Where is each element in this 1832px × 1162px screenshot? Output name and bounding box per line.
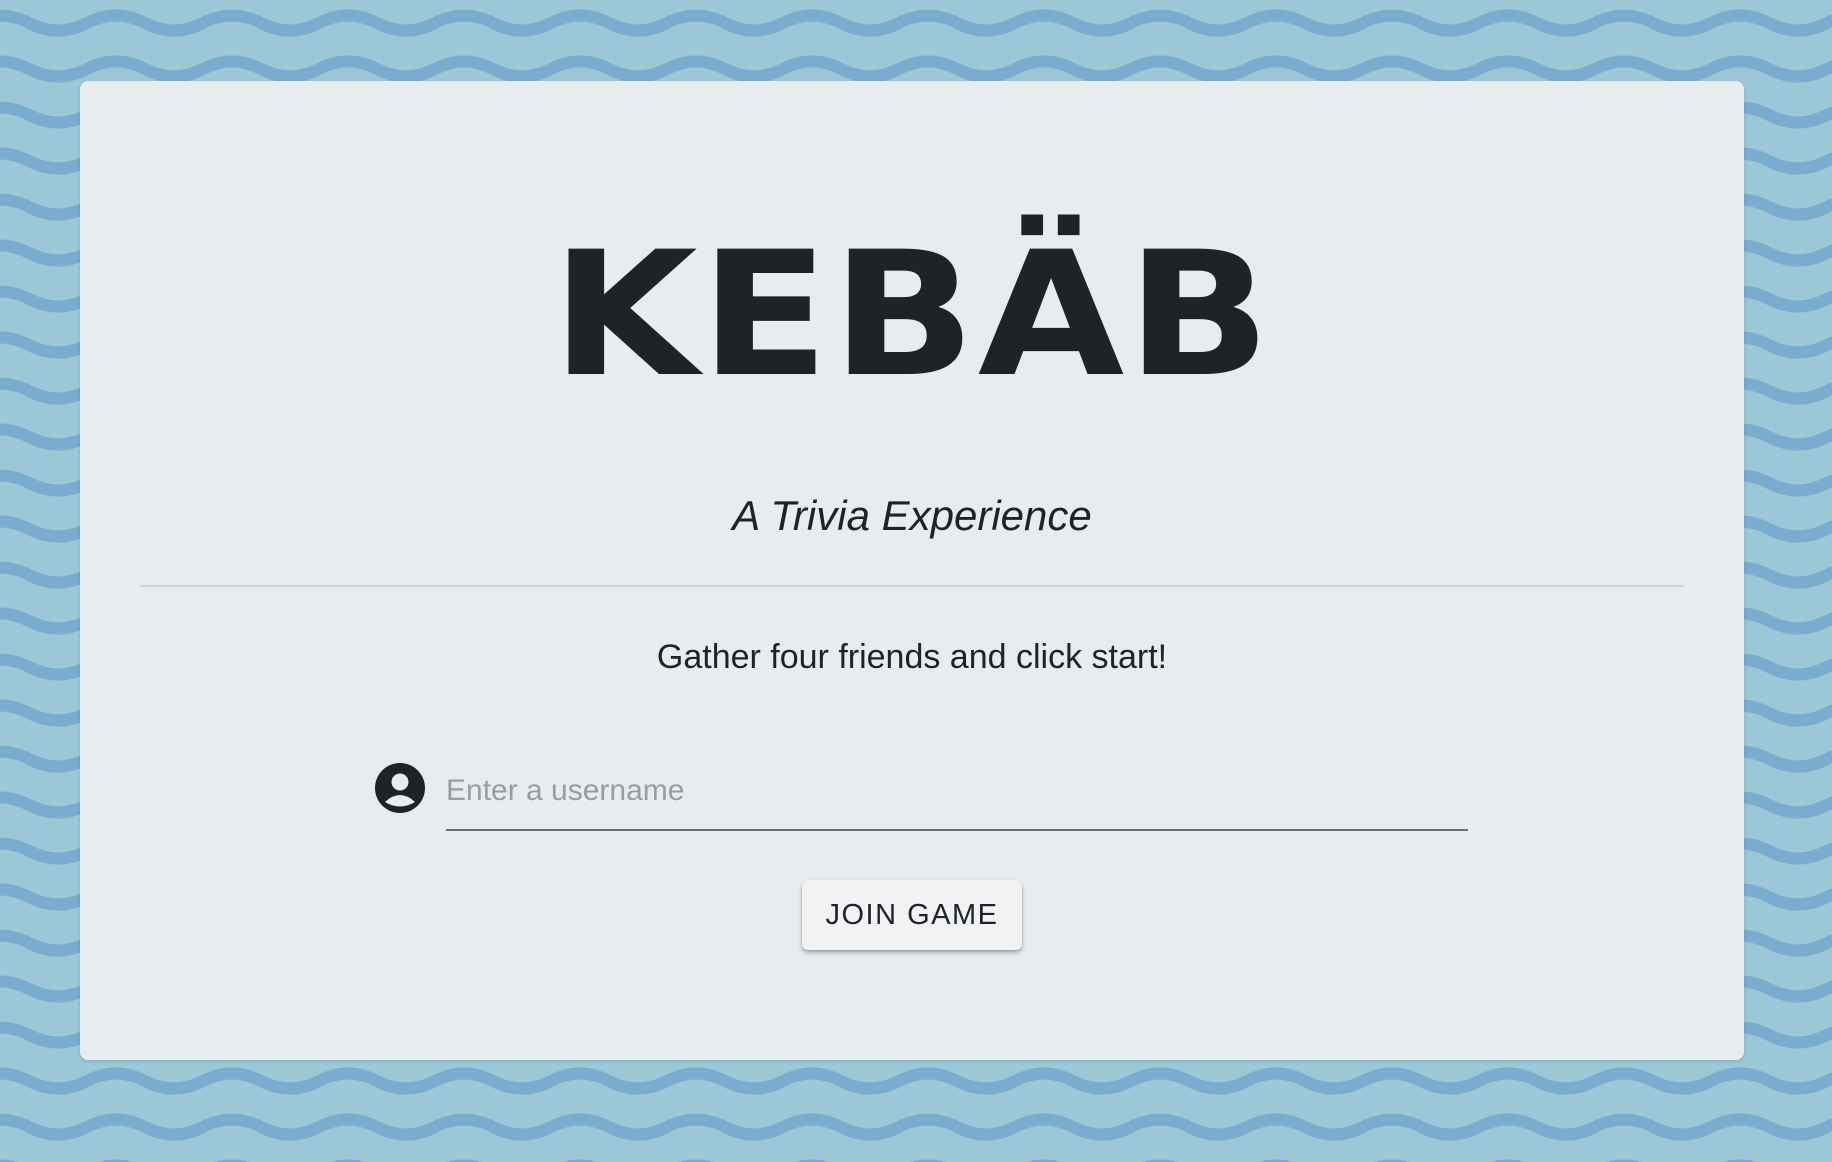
username-field <box>374 753 1468 835</box>
account-circle-icon <box>375 763 425 813</box>
tagline: A Trivia Experience <box>732 492 1092 539</box>
divider <box>140 585 1684 587</box>
instructions-text: Gather four friends and click start! <box>656 638 1168 676</box>
main-card: KEBÄB A Trivia Experience Gather four fr… <box>80 81 1744 1060</box>
logo: KEBÄB <box>551 214 1273 415</box>
join-game-button[interactable]: JOIN GAME <box>802 880 1022 950</box>
username-input[interactable] <box>446 753 1468 831</box>
